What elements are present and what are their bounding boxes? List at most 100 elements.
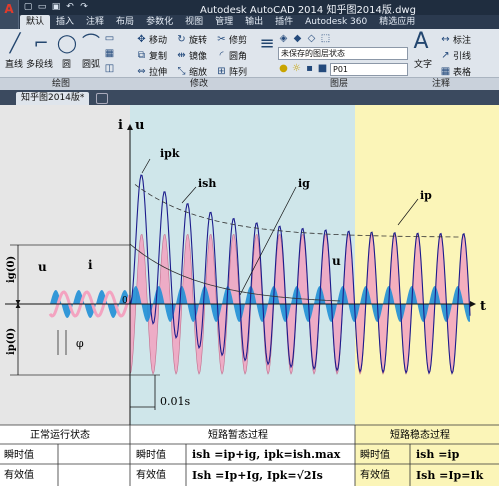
- u-left-label: u: [38, 260, 47, 274]
- tab-manage[interactable]: 管理: [209, 15, 239, 29]
- dimension-button[interactable]: 标注: [453, 33, 471, 46]
- row2-mid-formula: Ish =Ip+Ig, Ipk=√2Is: [192, 469, 323, 482]
- new-tab-button[interactable]: [96, 93, 108, 104]
- autocad-logo-icon: A: [4, 2, 14, 16]
- text-label[interactable]: 文字: [414, 57, 432, 70]
- layer-state-combo[interactable]: 未保存的图层状态: [278, 47, 408, 60]
- text-tool-icon[interactable]: A: [410, 31, 432, 53]
- copy-button[interactable]: 复制: [149, 49, 167, 62]
- mirror-icon: ⇹: [177, 50, 186, 61]
- ig0-label: ig(0): [6, 256, 17, 283]
- current-layer-combo[interactable]: P01: [330, 63, 408, 76]
- ribbon-tabs: 默认 插入 注释 布局 参数化 视图 管理 输出 插件 Autodesk 360…: [20, 15, 421, 29]
- axis-u-label: u: [135, 118, 144, 133]
- fillet-button[interactable]: 圆角: [229, 49, 247, 62]
- dimension-icon: ↔: [441, 34, 450, 45]
- transient-state-header: 短路暂态过程: [208, 428, 268, 441]
- row1-mid-label: 瞬时值: [136, 448, 166, 461]
- ip0-label: ip(0): [6, 328, 17, 355]
- row1-label: 瞬时值: [4, 448, 34, 461]
- tab-annotate[interactable]: 注释: [80, 15, 110, 29]
- time-label: 0.01s: [160, 395, 190, 408]
- normal-region-bg: [0, 105, 130, 425]
- layer-tool-icon-1[interactable]: ◈: [278, 33, 289, 44]
- hatch-icon[interactable]: ▦: [104, 48, 115, 59]
- ipk-label: ipk: [160, 147, 180, 160]
- row2-mid-label: 有效值: [136, 468, 166, 481]
- ig-label: ig: [298, 177, 310, 190]
- layers-panel-label[interactable]: 图层: [330, 78, 348, 90]
- title-bar: A ▢ ▭ ▣ ↶ ↷ Autodesk AutoCAD 2014 知乎图201…: [0, 0, 499, 30]
- undo-icon[interactable]: ↶: [64, 1, 76, 13]
- array-icon: ⊞: [217, 66, 226, 77]
- tab-autodesk360[interactable]: Autodesk 360: [299, 15, 373, 29]
- application-menu-button[interactable]: A: [0, 0, 19, 30]
- rotate-button[interactable]: 旋转: [189, 33, 207, 46]
- layer-properties-icon[interactable]: ≡: [256, 33, 278, 55]
- layer-tool-icon-4[interactable]: ⬚: [320, 33, 331, 44]
- draw-panel-label[interactable]: 绘图: [52, 78, 70, 90]
- ribbon-panel-labels: 绘图 修改 图层 注释: [0, 77, 499, 90]
- tab-default[interactable]: 默认: [20, 15, 51, 29]
- row1-right-formula: ish =ip: [416, 448, 460, 461]
- rotate-icon: ↻: [177, 34, 186, 45]
- move-icon: ✥: [137, 34, 146, 45]
- lightbulb-icon[interactable]: ●: [278, 63, 289, 74]
- arc-label[interactable]: 圆弧: [82, 57, 100, 70]
- drawing-file-tab[interactable]: 知乎图2014版*: [16, 92, 90, 105]
- polyline-label[interactable]: 多段线: [26, 57, 53, 70]
- axis-t-label: t: [480, 299, 486, 314]
- steady-region-bg: [355, 105, 499, 425]
- leader-icon: ↗: [441, 50, 450, 61]
- circle-label[interactable]: 圆: [62, 57, 71, 70]
- short-circuit-diagram: i u t ipk ish ig ip u i u ig(0) ip(0) φ …: [0, 105, 499, 486]
- redo-icon[interactable]: ↷: [78, 1, 90, 13]
- copy-icon: ⧉: [137, 50, 146, 61]
- trim-button[interactable]: 修剪: [229, 33, 247, 46]
- modify-panel-label[interactable]: 修改: [190, 78, 208, 90]
- phi-label: φ: [76, 337, 84, 350]
- save-icon[interactable]: ▣: [50, 1, 62, 13]
- color-swatch-icon[interactable]: ■: [317, 63, 328, 74]
- mirror-button[interactable]: 镜像: [189, 49, 207, 62]
- normal-state-header: 正常运行状态: [30, 428, 90, 441]
- u-right-label: u: [332, 254, 341, 268]
- arc-tool-icon[interactable]: ⌒: [80, 33, 102, 55]
- lock-icon[interactable]: ▪: [304, 63, 315, 74]
- region-icon[interactable]: ◫: [104, 63, 115, 74]
- row2-label: 有效值: [4, 468, 34, 481]
- table-icon: ▦: [440, 66, 451, 77]
- tab-layout[interactable]: 布局: [110, 15, 140, 29]
- polyline-tool-icon[interactable]: ⌐: [30, 33, 52, 55]
- axis-i-label: i: [118, 118, 123, 133]
- window-title: Autodesk AutoCAD 2014 知乎图2014版.dwg: [200, 5, 416, 16]
- tab-output[interactable]: 输出: [239, 15, 269, 29]
- new-icon[interactable]: ▢: [22, 1, 34, 13]
- line-tool-icon[interactable]: ╱: [4, 33, 26, 55]
- annotation-panel-label[interactable]: 注释: [432, 78, 450, 90]
- i-left-label: i: [88, 258, 93, 272]
- layer-tool-icon-2[interactable]: ◆: [292, 33, 303, 44]
- document-tab-bar: 知乎图2014版*: [0, 90, 499, 105]
- row1-right-label: 瞬时值: [360, 448, 390, 461]
- steady-state-header: 短路稳态过程: [390, 428, 450, 441]
- move-button[interactable]: 移动: [149, 33, 167, 46]
- circle-tool-icon[interactable]: ◯: [56, 33, 78, 55]
- fillet-icon: ◜: [219, 50, 224, 61]
- row2-right-formula: Ish =Ip=Ik: [416, 469, 484, 482]
- rectangle-icon[interactable]: ▭: [104, 33, 115, 44]
- leader-button[interactable]: 引线: [453, 49, 471, 62]
- drawing-canvas[interactable]: i u t ipk ish ig ip u i u ig(0) ip(0) φ …: [0, 105, 499, 486]
- quick-access-toolbar: ▢ ▭ ▣ ↶ ↷: [22, 1, 90, 13]
- tab-plugins[interactable]: 插件: [269, 15, 299, 29]
- layer-tool-icon-3[interactable]: ◇: [306, 33, 317, 44]
- tab-insert[interactable]: 插入: [50, 15, 80, 29]
- open-icon[interactable]: ▭: [36, 1, 48, 13]
- tab-view[interactable]: 视图: [179, 15, 209, 29]
- tab-parametric[interactable]: 参数化: [140, 15, 179, 29]
- sun-icon[interactable]: ☼: [291, 63, 302, 74]
- trim-icon: ✂: [217, 34, 226, 45]
- tab-featured-apps[interactable]: 精选应用: [373, 15, 421, 29]
- row1-mid-formula: ish =ip+ig, ipk=ish.max: [192, 448, 341, 461]
- line-label[interactable]: 直线: [5, 57, 23, 70]
